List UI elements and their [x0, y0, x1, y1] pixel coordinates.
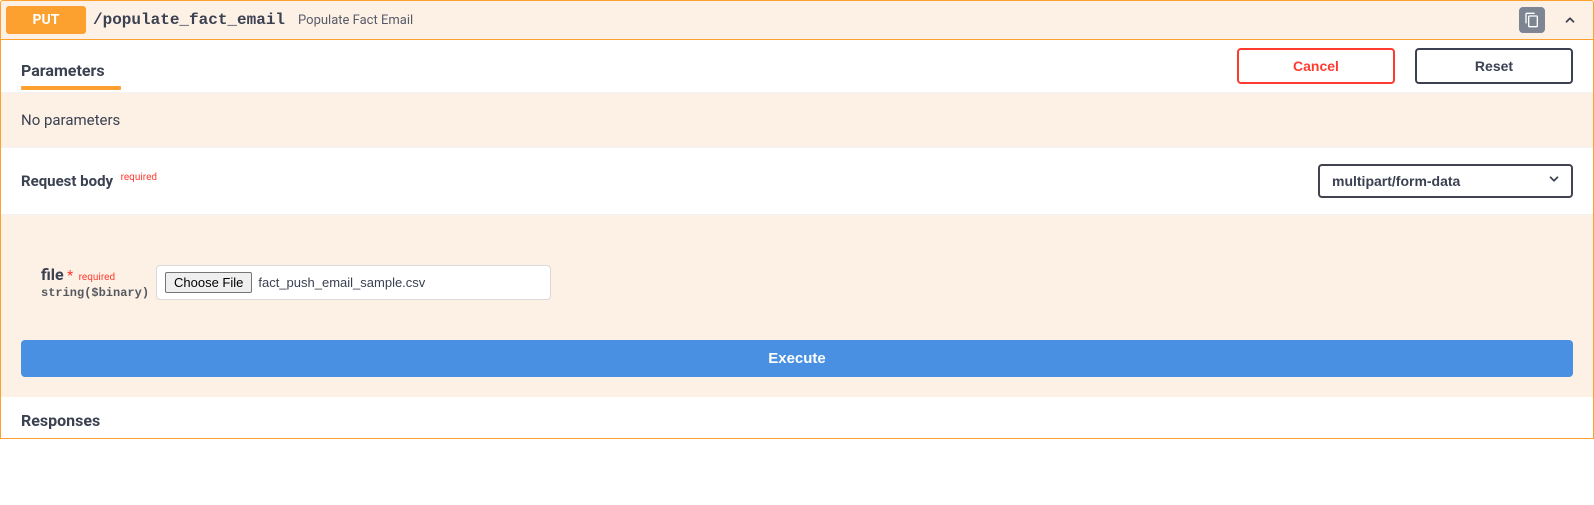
- chevron-up-icon: [1563, 13, 1577, 27]
- required-badge: required: [121, 172, 157, 183]
- choose-file-button[interactable]: Choose File: [165, 272, 252, 293]
- tab-parameters[interactable]: Parameters: [21, 51, 121, 86]
- parameters-header: Parameters Cancel Reset: [1, 40, 1593, 93]
- content-type-select-wrap: multipart/form-data: [1318, 164, 1573, 198]
- http-method-badge: PUT: [6, 6, 86, 34]
- clipboard-icon: [1524, 12, 1540, 28]
- endpoint-summary[interactable]: PUT /populate_fact_email Populate Fact E…: [0, 0, 1594, 40]
- request-body-header: Request body required multipart/form-dat…: [1, 147, 1593, 215]
- endpoint-summary-text: Populate Fact Email: [298, 13, 413, 28]
- required-text: required: [79, 272, 115, 283]
- no-parameters-text: No parameters: [1, 93, 1593, 147]
- reset-button[interactable]: Reset: [1415, 48, 1573, 84]
- param-type: string($binary): [41, 286, 156, 300]
- param-row-file: file * required string($binary) Choose F…: [41, 265, 1573, 300]
- collapse-toggle[interactable]: [1558, 8, 1582, 32]
- endpoint-path: /populate_fact_email: [93, 11, 285, 29]
- execute-button[interactable]: Execute: [21, 340, 1573, 377]
- responses-header: Responses: [1, 397, 1593, 438]
- request-body-form: file * required string($binary) Choose F…: [1, 215, 1593, 320]
- request-body-title: Request body: [21, 172, 113, 190]
- param-name: file: [41, 265, 64, 284]
- tab-underline: [21, 86, 121, 90]
- required-star: *: [67, 268, 73, 284]
- copy-to-clipboard-button[interactable]: [1519, 7, 1545, 33]
- chosen-file-name: fact_push_email_sample.csv: [258, 275, 425, 290]
- content-type-select[interactable]: multipart/form-data: [1318, 164, 1573, 198]
- cancel-button[interactable]: Cancel: [1237, 48, 1395, 84]
- file-input[interactable]: Choose File fact_push_email_sample.csv: [156, 265, 551, 300]
